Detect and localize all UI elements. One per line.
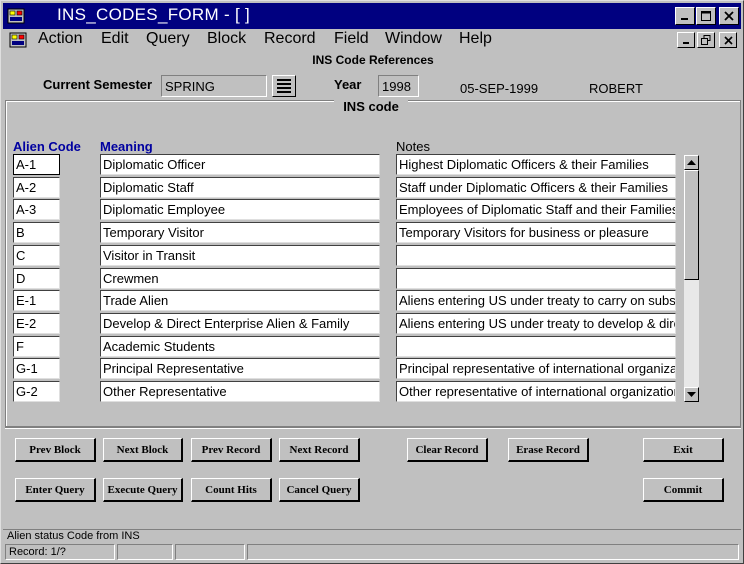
menu-field[interactable]: Field bbox=[334, 30, 369, 48]
records-scrollbar[interactable] bbox=[683, 154, 700, 403]
alien-code-cell[interactable]: D bbox=[13, 268, 60, 289]
menu-bar: Action Edit Query Block Record Field Win… bbox=[3, 29, 741, 51]
window-title: INS_CODES_FORM - [ ] bbox=[57, 5, 251, 24]
notes-cell[interactable]: Aliens entering US under treaty to carry… bbox=[396, 290, 676, 311]
meaning-cell[interactable]: Crewmen bbox=[100, 268, 380, 289]
meaning-cell[interactable]: Academic Students bbox=[100, 336, 380, 357]
year-label: Year bbox=[334, 77, 362, 92]
form-system-menu-icon[interactable] bbox=[9, 31, 27, 49]
meaning-cell[interactable]: Temporary Visitor bbox=[100, 222, 380, 243]
form-close-button[interactable] bbox=[719, 32, 737, 48]
block-title: INS code bbox=[334, 99, 408, 114]
triangle-down-icon bbox=[687, 391, 696, 397]
alien-code-cell[interactable]: E-1 bbox=[13, 290, 60, 311]
meaning-cell[interactable]: Diplomatic Staff bbox=[100, 177, 380, 198]
menu-window[interactable]: Window bbox=[385, 30, 442, 48]
application-window: INS_CODES_FORM - [ ] Action Edit Query B… bbox=[0, 0, 744, 564]
notes-cell[interactable]: Other representative of international or… bbox=[396, 381, 676, 402]
current-user: ROBERT bbox=[589, 81, 643, 96]
erase-record-button[interactable]: Erase Record bbox=[508, 438, 589, 462]
button-area-separator bbox=[5, 427, 741, 429]
scroll-up-button[interactable] bbox=[684, 155, 699, 170]
cancel-query-button[interactable]: Cancel Query bbox=[279, 478, 360, 502]
meaning-cell[interactable]: Principal Representative bbox=[100, 358, 380, 379]
year-field[interactable]: 1998 bbox=[378, 75, 419, 97]
alien-code-cell[interactable]: E-2 bbox=[13, 313, 60, 334]
next-block-button[interactable]: Next Block bbox=[103, 438, 183, 462]
notes-cell[interactable]: Employees of Diplomatic Staff and their … bbox=[396, 199, 676, 220]
current-date: 05-SEP-1999 bbox=[460, 81, 539, 96]
notes-cell[interactable]: Staff under Diplomatic Officers & their … bbox=[396, 177, 676, 198]
close-button[interactable] bbox=[719, 7, 739, 25]
status-segment bbox=[175, 544, 245, 560]
current-semester-label: Current Semester bbox=[43, 77, 153, 92]
form-header-title: INS Code References bbox=[312, 53, 434, 67]
alien-code-cell[interactable]: G-1 bbox=[13, 358, 60, 379]
title-bar[interactable]: INS_CODES_FORM - [ ] bbox=[3, 3, 741, 29]
meaning-cell[interactable]: Develop & Direct Enterprise Alien & Fami… bbox=[100, 313, 380, 334]
form-restore-button[interactable] bbox=[697, 32, 715, 48]
meaning-cell[interactable]: Diplomatic Employee bbox=[100, 199, 380, 220]
notes-cell[interactable]: Principal representative of internationa… bbox=[396, 358, 676, 379]
enter-query-button[interactable]: Enter Query bbox=[15, 478, 96, 502]
menu-query[interactable]: Query bbox=[146, 30, 190, 48]
status-segment bbox=[247, 544, 739, 560]
oracle-forms-icon[interactable] bbox=[7, 7, 25, 25]
meaning-cell[interactable]: Trade Alien bbox=[100, 290, 380, 311]
meaning-cell[interactable]: Diplomatic Officer bbox=[100, 154, 380, 175]
menu-help[interactable]: Help bbox=[459, 30, 492, 48]
alien-code-cell[interactable]: F bbox=[13, 336, 60, 357]
menu-block[interactable]: Block bbox=[207, 30, 246, 48]
meaning-cell[interactable]: Visitor in Transit bbox=[100, 245, 380, 266]
execute-query-button[interactable]: Execute Query bbox=[103, 478, 183, 502]
alien-code-cell[interactable]: G-2 bbox=[13, 381, 60, 402]
notes-cell[interactable] bbox=[396, 268, 676, 289]
column-header-meaning: Meaning bbox=[100, 139, 153, 154]
alien-code-cell[interactable]: A-3 bbox=[13, 199, 60, 220]
status-record-count: Record: 1/? bbox=[5, 544, 115, 560]
triangle-up-icon bbox=[687, 159, 696, 165]
menu-edit[interactable]: Edit bbox=[101, 30, 129, 48]
alien-code-cell[interactable]: B bbox=[13, 222, 60, 243]
minimize-button[interactable] bbox=[675, 7, 695, 25]
menu-record[interactable]: Record bbox=[264, 30, 316, 48]
scroll-down-button[interactable] bbox=[684, 387, 699, 402]
clear-record-button[interactable]: Clear Record bbox=[407, 438, 488, 462]
commit-button[interactable]: Commit bbox=[643, 478, 724, 502]
menu-action[interactable]: Action bbox=[38, 30, 82, 48]
column-header-alien-code: Alien Code bbox=[13, 139, 81, 154]
next-record-button[interactable]: Next Record bbox=[279, 438, 360, 462]
notes-cell[interactable]: Highest Diplomatic Officers & their Fami… bbox=[396, 154, 676, 175]
status-segment bbox=[117, 544, 173, 560]
alien-code-cell[interactable]: A-2 bbox=[13, 177, 60, 198]
prev-block-button[interactable]: Prev Block bbox=[15, 438, 96, 462]
scroll-thumb[interactable] bbox=[684, 170, 699, 280]
prev-record-button[interactable]: Prev Record bbox=[191, 438, 272, 462]
list-of-values-icon bbox=[277, 79, 291, 93]
alien-code-cell[interactable]: A-1 bbox=[13, 154, 60, 175]
form-minimize-button[interactable] bbox=[677, 32, 695, 48]
maximize-button[interactable] bbox=[696, 7, 716, 25]
notes-cell[interactable] bbox=[396, 336, 676, 357]
current-semester-field[interactable]: SPRING bbox=[161, 75, 267, 97]
notes-cell[interactable]: Temporary Visitors for business or pleas… bbox=[396, 222, 676, 243]
meaning-cell[interactable]: Other Representative bbox=[100, 381, 380, 402]
column-header-notes: Notes bbox=[396, 139, 430, 154]
notes-cell[interactable]: Aliens entering US under treaty to devel… bbox=[396, 313, 676, 334]
count-hits-button[interactable]: Count Hits bbox=[191, 478, 272, 502]
alien-code-cell[interactable]: C bbox=[13, 245, 60, 266]
exit-button[interactable]: Exit bbox=[643, 438, 724, 462]
status-hint: Alien status Code from INS bbox=[3, 529, 741, 544]
notes-cell[interactable] bbox=[396, 245, 676, 266]
list-of-values-button[interactable] bbox=[272, 75, 296, 97]
